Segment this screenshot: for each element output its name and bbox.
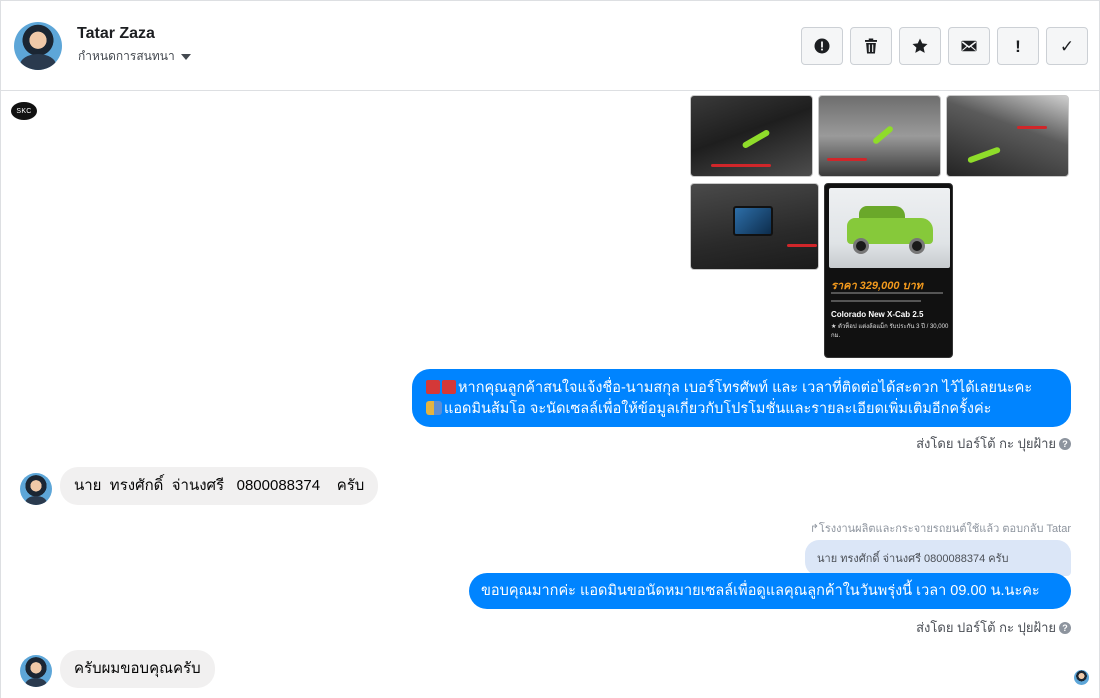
quoted-message[interactable]: นาย ทรงศักดิ์ จ่านงศรี 0800088374 ครับ bbox=[805, 540, 1071, 576]
help-icon[interactable]: ? bbox=[1059, 621, 1071, 634]
listing-spec: ★ ตัวท็อป แต่งล้อแม็ก รับประกัน 3 ปี / 3… bbox=[831, 324, 949, 339]
photo-detail bbox=[741, 128, 771, 150]
sent-by-text: ส่งโดย ปอร์โต้ กะ ปุยฝ้าย bbox=[916, 620, 1056, 635]
photo-detail bbox=[787, 244, 817, 247]
sent-by-text: ส่งโดย ปอร์โต้ กะ ปุยฝ้าย bbox=[916, 436, 1056, 451]
phone-emoji-icon bbox=[426, 380, 440, 394]
conversation-settings-label: กำหนดการสนทนา bbox=[78, 49, 175, 63]
listing-divider bbox=[831, 300, 921, 302]
star-button[interactable] bbox=[899, 27, 941, 65]
action-toolbar: ! ✓ bbox=[801, 27, 1088, 65]
photo-interior-3[interactable] bbox=[946, 95, 1069, 177]
message-line: แอดมินส้มโอ จะนัดเซลล์เพื่อให้ข้อมูลเกี่… bbox=[426, 399, 1057, 420]
photo-detail bbox=[1017, 126, 1047, 129]
help-icon[interactable]: ? bbox=[1059, 437, 1071, 450]
photo-car-listing[interactable]: ราคา 329,000 บาท Colorado New X-Cab 2.5 … bbox=[824, 183, 953, 358]
contact-avatar-small[interactable] bbox=[20, 473, 52, 505]
star-icon bbox=[912, 38, 928, 53]
sent-by-note: ส่งโดย ปอร์โต้ กะ ปุยฝ้าย ? bbox=[916, 617, 1071, 638]
photo-detail bbox=[871, 124, 895, 146]
car-image bbox=[829, 188, 950, 268]
envelope-icon bbox=[961, 40, 977, 52]
caret-down-icon bbox=[180, 54, 191, 60]
phone-emoji-icon bbox=[442, 380, 456, 394]
photo-dashboard-screen[interactable] bbox=[690, 183, 819, 270]
incoming-message[interactable]: ครับผมขอบคุณครับ bbox=[60, 650, 215, 688]
listing-model: Colorado New X-Cab 2.5 bbox=[831, 310, 924, 319]
message-text: แอดมินส้มโอ จะนัดเซลล์เพื่อให้ข้อมูลเกี่… bbox=[444, 401, 992, 417]
mark-done-button[interactable]: ✓ bbox=[1046, 27, 1088, 65]
message-line: หากคุณลูกค้าสนใจแจ้งชื่อ-นามสกุล เบอร์โท… bbox=[426, 378, 1057, 399]
conversation-header: Tatar Zaza กำหนดการสนทนา ! ✓ bbox=[0, 0, 1100, 91]
contact-avatar[interactable] bbox=[14, 22, 62, 70]
contact-name[interactable]: Tatar Zaza bbox=[77, 25, 155, 43]
exclamation-icon: ! bbox=[1015, 36, 1021, 56]
incoming-message[interactable]: นาย ทรงศักดิ์ จ่านงศรี 0800088374 ครับ bbox=[60, 467, 379, 505]
follow-up-button[interactable]: ! bbox=[997, 27, 1039, 65]
seen-indicator-avatar bbox=[1074, 670, 1089, 685]
car-wheel bbox=[909, 238, 925, 254]
conversation-settings-dropdown[interactable]: กำหนดการสนทนา bbox=[78, 47, 191, 66]
photo-detail bbox=[733, 206, 773, 236]
outgoing-message[interactable]: หากคุณลูกค้าสนใจแจ้งชื่อ-นามสกุล เบอร์โท… bbox=[412, 369, 1071, 427]
message-text: หากคุณลูกค้าสนใจแจ้งชื่อ-นามสกุล เบอร์โท… bbox=[458, 380, 1033, 396]
reply-context-note: ↱โรงงานผลิตและกระจายรถยนต์ใช้แล้ว ตอบกลั… bbox=[809, 523, 1071, 535]
sent-by-note: ส่งโดย ปอร์โต้ กะ ปุยฝ้าย ? bbox=[916, 433, 1071, 454]
delete-button[interactable] bbox=[850, 27, 892, 65]
mark-unread-button[interactable] bbox=[948, 27, 990, 65]
page-logo: SKC bbox=[11, 102, 37, 120]
people-emoji-icon bbox=[426, 401, 442, 415]
photo-detail bbox=[827, 158, 867, 161]
photo-detail bbox=[711, 164, 771, 167]
trash-icon bbox=[865, 38, 877, 54]
outgoing-message[interactable]: ขอบคุณมากค่ะ แอดมินขอนัดหมายเซลล์เพื่อดู… bbox=[469, 573, 1071, 609]
listing-divider bbox=[831, 292, 943, 294]
photo-detail bbox=[966, 146, 1002, 164]
checkmark-icon: ✓ bbox=[1059, 36, 1075, 56]
spam-button[interactable] bbox=[801, 27, 843, 65]
contact-avatar-small[interactable] bbox=[20, 655, 52, 687]
car-wheel bbox=[853, 238, 869, 254]
photo-interior-1[interactable] bbox=[690, 95, 813, 177]
photo-interior-2[interactable] bbox=[818, 95, 941, 177]
alert-circle-icon bbox=[814, 38, 830, 54]
